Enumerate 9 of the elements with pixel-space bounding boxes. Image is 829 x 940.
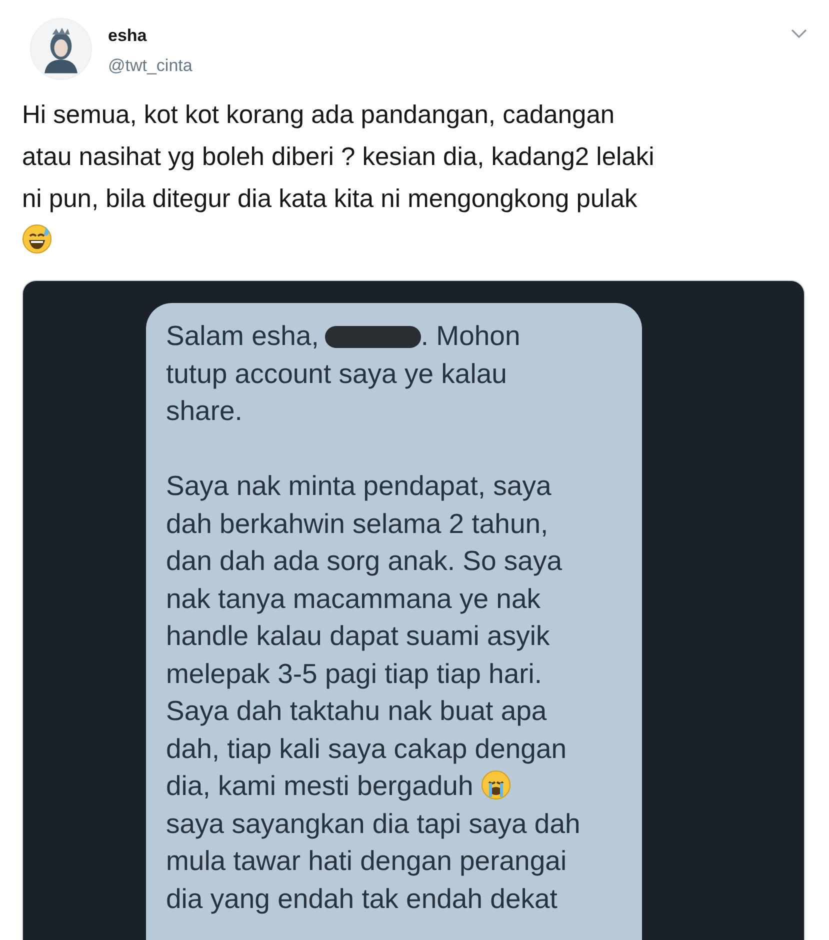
- tweet-text: Hi semua, kot kot korang ada pandangan, cadangan atau nasihat yg boleh diberi ? kesian dia, kadang2 lelaki ni pun, bila ditegur dia kata kita ni mengongkong pulak: [0, 94, 829, 262]
- message-text: Saya nak minta pendapat, saya dah berkahwin selama 2 tahun, dan dah ada sorg anak. So saya nak tanya macammana ye nak handle kalau dapat suami asyik melepak 3-5 pagi tiap tiap hari. Saya dah taktahu nak buat apa dah, tiap kali saya cakap dengan dia, kami mesti bergaduh saya sayangkan dia tapi saya dah mula tawar hati dengan perangai dia yang endah tak endah dekat: [166, 469, 582, 916]
- message-text: . Mohon: [420, 320, 520, 351]
- message-text: tutup account saya ye kalau share.: [166, 356, 508, 428]
- emoji-icon: [480, 770, 511, 800]
- author-handle[interactable]: @twt_cinta: [108, 56, 791, 76]
- emoji-icon: [22, 224, 52, 254]
- author-name[interactable]: esha: [108, 26, 791, 46]
- message-text: Salam esha,: [166, 320, 319, 351]
